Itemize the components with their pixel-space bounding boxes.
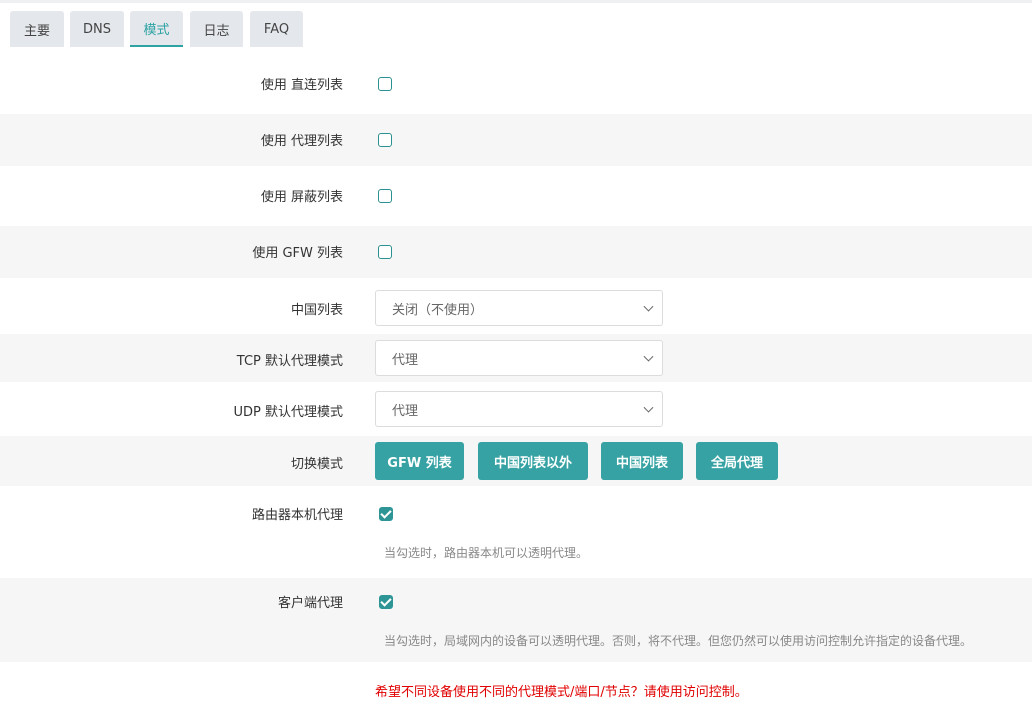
row-block-list: 使用 屏蔽列表 xyxy=(0,170,1032,222)
proxy-list-label: 使用 代理列表 xyxy=(260,134,343,149)
row-proxy-list: 使用 代理列表 xyxy=(0,114,1032,166)
gfw-list-checkbox[interactable] xyxy=(378,245,392,259)
router-proxy-label: 路由器本机代理 xyxy=(251,508,343,523)
china-list-mode-button[interactable]: 中国列表 xyxy=(601,442,683,480)
tab-log[interactable]: 日志 xyxy=(190,11,243,47)
row-direct-list: 使用 直连列表 xyxy=(0,58,1032,110)
row-tcp-mode: TCP 默认代理模式 代理 xyxy=(0,334,1032,382)
client-proxy-checkbox[interactable] xyxy=(379,595,393,609)
udp-mode-select[interactable]: 代理 xyxy=(375,391,663,427)
access-control-warning: 希望不同设备使用不同的代理模式/端口/节点？请使用访问控制。 xyxy=(375,685,748,700)
china-list-select-value: 关闭（不使用） xyxy=(392,302,484,318)
chevron-down-icon xyxy=(643,301,654,312)
row-gfw-list: 使用 GFW 列表 xyxy=(0,226,1032,278)
router-proxy-hint: 当勾选时，路由器本机可以透明代理。 xyxy=(384,546,589,560)
chevron-down-icon xyxy=(643,402,654,413)
chevron-down-icon xyxy=(643,351,654,362)
tcp-mode-select[interactable]: 代理 xyxy=(375,340,663,376)
block-list-checkbox[interactable] xyxy=(378,189,392,203)
global-proxy-mode-button[interactable]: 全局代理 xyxy=(696,442,778,480)
udp-mode-label: UDP 默认代理模式 xyxy=(233,405,344,420)
tab-main[interactable]: 主要 xyxy=(10,11,64,47)
direct-list-label: 使用 直连列表 xyxy=(260,78,343,93)
switch-mode-label: 切换模式 xyxy=(290,457,343,472)
china-list-select[interactable]: 关闭（不使用） xyxy=(375,290,663,326)
row-client-proxy: 客户端代理 当勾选时，局域网内的设备可以透明代理。否则，将不代理。但您仍然可以使… xyxy=(0,578,1032,662)
tab-faq[interactable]: FAQ xyxy=(250,11,303,47)
tab-bar: 主要 DNS 模式 日志 FAQ xyxy=(0,3,1032,48)
row-udp-mode: UDP 默认代理模式 代理 xyxy=(0,384,1032,436)
tcp-mode-select-value: 代理 xyxy=(392,352,419,368)
china-list-label: 中国列表 xyxy=(290,303,343,318)
client-proxy-hint: 当勾选时，局域网内的设备可以透明代理。否则，将不代理。但您仍然可以使用访问控制允… xyxy=(384,634,973,648)
udp-mode-select-value: 代理 xyxy=(392,403,419,419)
proxy-list-checkbox[interactable] xyxy=(378,133,392,147)
tab-mode[interactable]: 模式 xyxy=(130,11,183,47)
row-router-proxy: 路由器本机代理 当勾选时，路由器本机可以透明代理。 xyxy=(0,488,1032,576)
outside-china-mode-button[interactable]: 中国列表以外 xyxy=(478,442,588,480)
router-proxy-checkbox[interactable] xyxy=(379,507,393,521)
tab-dns[interactable]: DNS xyxy=(70,11,124,47)
block-list-label: 使用 屏蔽列表 xyxy=(260,190,343,205)
tcp-mode-label: TCP 默认代理模式 xyxy=(236,354,343,369)
direct-list-checkbox[interactable] xyxy=(378,77,392,91)
gfw-list-label: 使用 GFW 列表 xyxy=(252,246,343,261)
gfw-list-mode-button[interactable]: GFW 列表 xyxy=(375,442,464,480)
row-switch-mode: 切换模式 GFW 列表 中国列表以外 中国列表 全局代理 xyxy=(0,436,1032,486)
client-proxy-label: 客户端代理 xyxy=(277,596,343,611)
row-china-list: 中国列表 关闭（不使用） xyxy=(0,282,1032,332)
